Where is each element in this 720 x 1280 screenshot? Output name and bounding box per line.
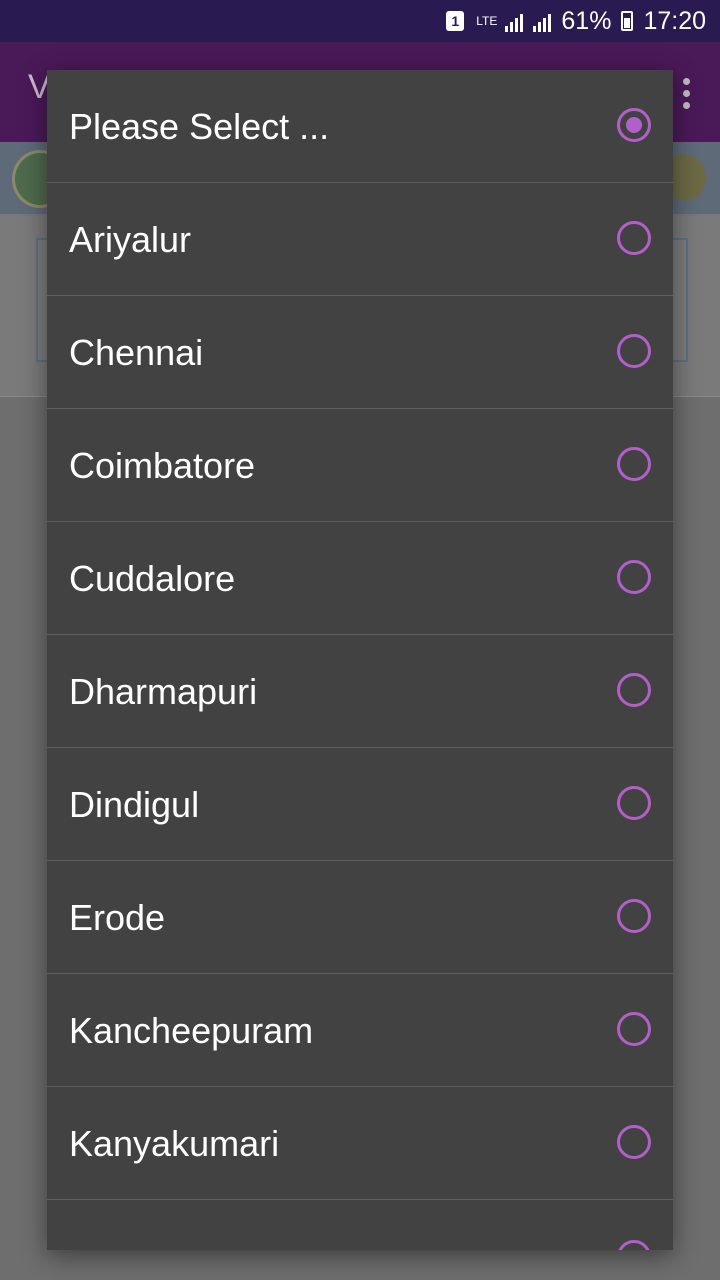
option-coimbatore[interactable]: Coimbatore bbox=[47, 409, 673, 522]
option-erode[interactable]: Erode bbox=[47, 861, 673, 974]
signal-icon-2 bbox=[533, 10, 552, 32]
district-select-dialog: Please Select ... Ariyalur Chennai Coimb… bbox=[47, 70, 673, 1250]
option-label: Ariyalur bbox=[69, 219, 192, 260]
signal-icon bbox=[505, 10, 524, 32]
battery-icon bbox=[621, 11, 634, 31]
option-label: Please Select ... bbox=[69, 106, 330, 147]
radio-icon[interactable] bbox=[617, 1012, 651, 1046]
option-label: Dindigul bbox=[69, 784, 200, 825]
lte-icon: LTE bbox=[476, 14, 498, 28]
option-label: Kancheepuram bbox=[69, 1010, 314, 1051]
radio-icon[interactable] bbox=[617, 221, 651, 255]
option-dharmapuri[interactable]: Dharmapuri bbox=[47, 635, 673, 748]
sim-icon: 1 bbox=[446, 11, 465, 31]
option-chennai[interactable]: Chennai bbox=[47, 296, 673, 409]
radio-icon[interactable] bbox=[617, 673, 651, 707]
clock: 17:20 bbox=[643, 6, 706, 35]
option-please-select[interactable]: Please Select ... bbox=[47, 70, 673, 183]
option-label: Chennai bbox=[69, 332, 204, 373]
radio-icon[interactable] bbox=[617, 560, 651, 594]
radio-icon[interactable] bbox=[617, 786, 651, 820]
radio-checked-icon[interactable] bbox=[617, 108, 651, 142]
option-next-partial[interactable] bbox=[47, 1200, 673, 1250]
option-kancheepuram[interactable]: Kancheepuram bbox=[47, 974, 673, 1087]
radio-icon[interactable] bbox=[617, 1125, 651, 1159]
battery-percent: 61% bbox=[561, 6, 612, 35]
option-dindigul[interactable]: Dindigul bbox=[47, 748, 673, 861]
option-label: Erode bbox=[69, 897, 166, 938]
more-vert-icon[interactable] bbox=[683, 78, 690, 109]
option-label: Dharmapuri bbox=[69, 671, 258, 712]
option-label: Coimbatore bbox=[69, 445, 256, 486]
option-label: Cuddalore bbox=[69, 558, 236, 599]
option-kanyakumari[interactable]: Kanyakumari bbox=[47, 1087, 673, 1200]
option-ariyalur[interactable]: Ariyalur bbox=[47, 183, 673, 296]
option-cuddalore[interactable]: Cuddalore bbox=[47, 522, 673, 635]
radio-icon[interactable] bbox=[617, 447, 651, 481]
radio-icon[interactable] bbox=[617, 1240, 651, 1250]
option-label: Kanyakumari bbox=[69, 1123, 280, 1164]
radio-icon[interactable] bbox=[617, 334, 651, 368]
radio-icon[interactable] bbox=[617, 899, 651, 933]
status-bar: 1 LTE 61% 17:20 bbox=[0, 0, 720, 42]
